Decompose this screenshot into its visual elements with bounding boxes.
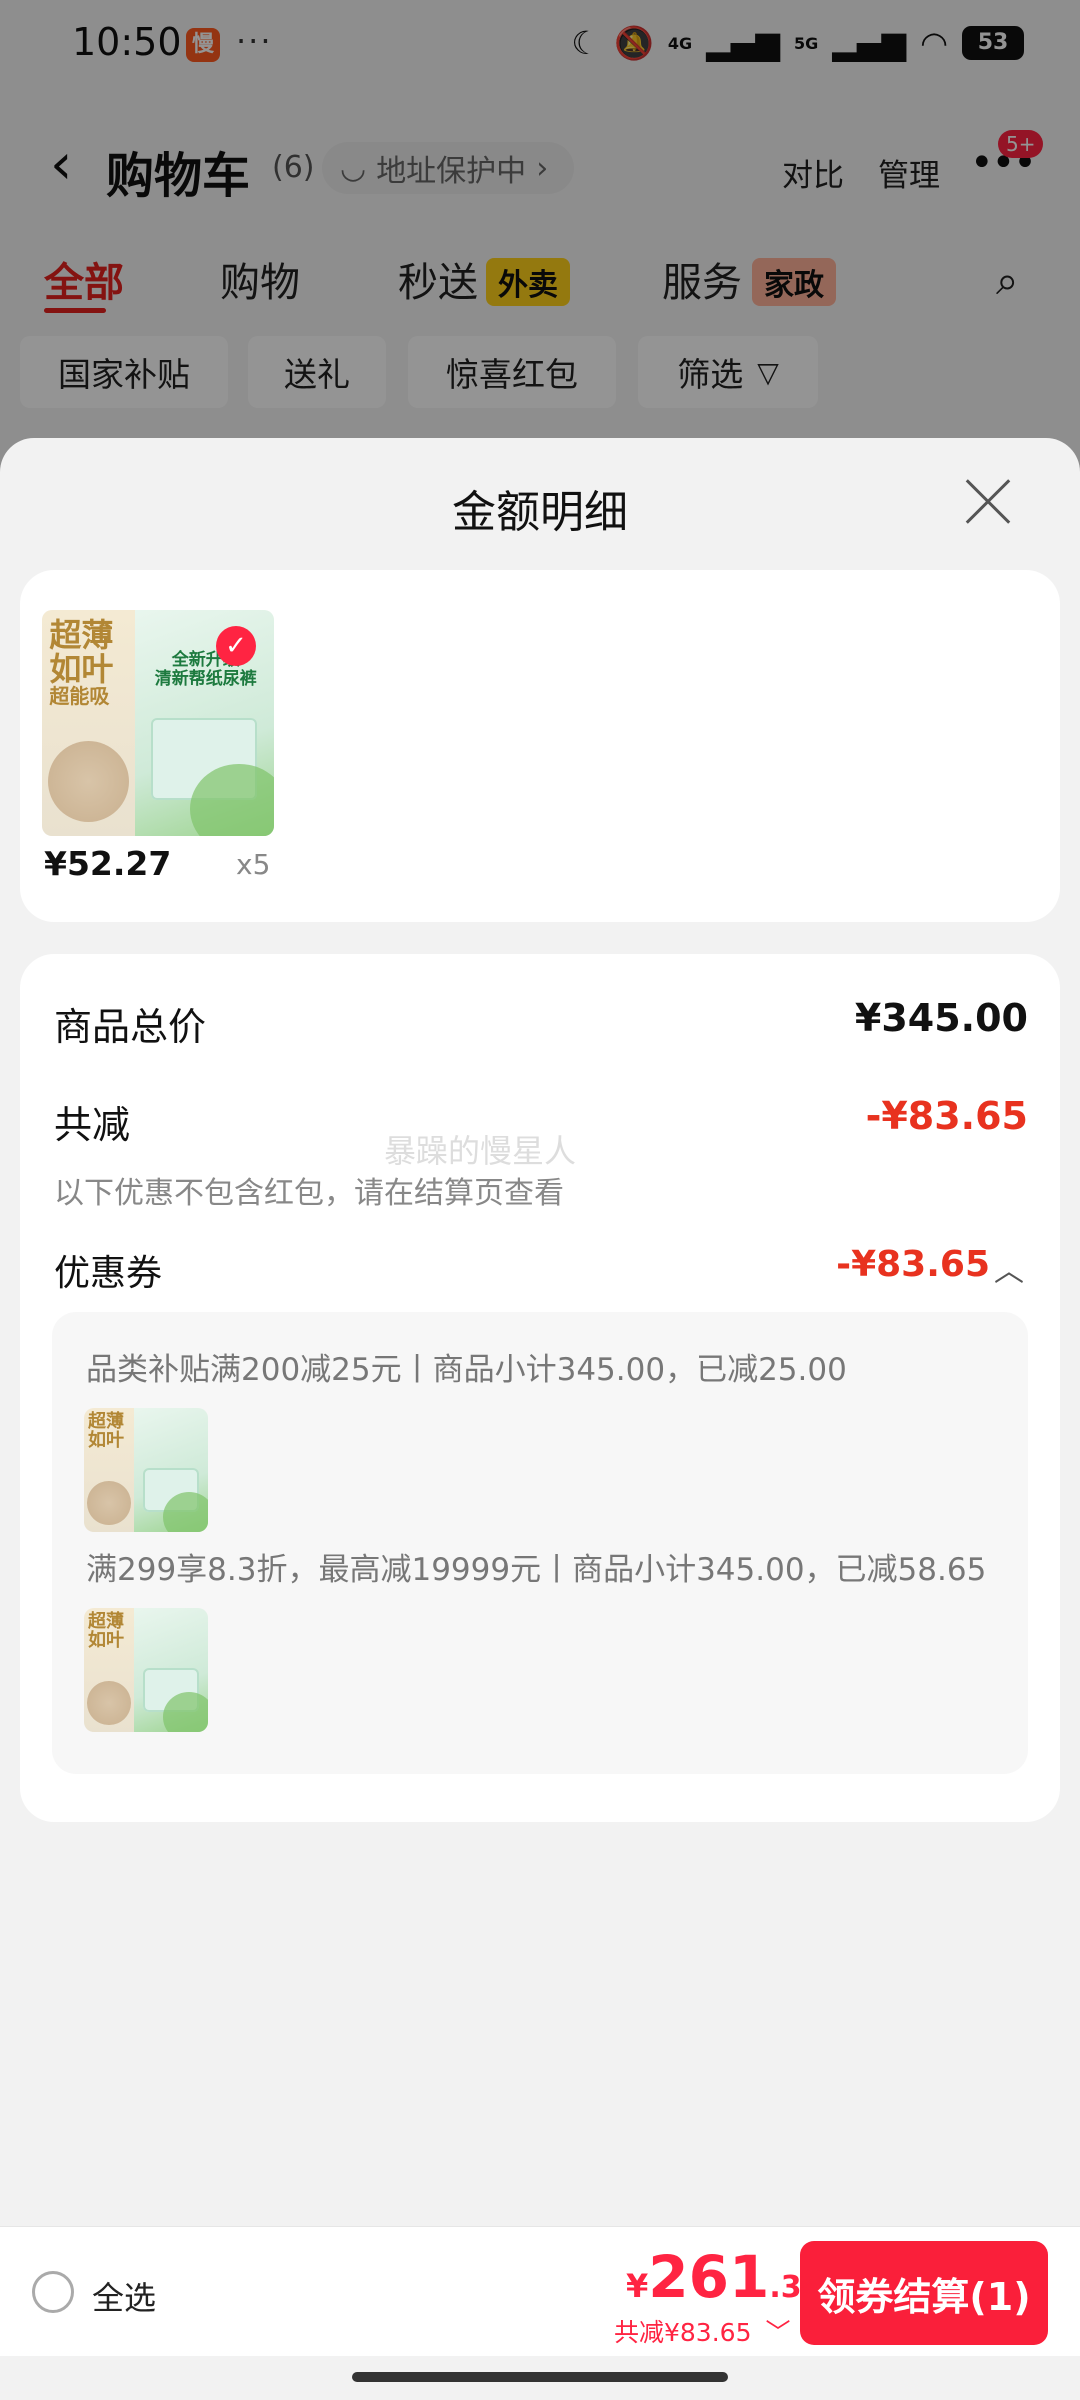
coupon-2-image-text: 超薄 如叶	[87, 1610, 124, 1651]
img-text-2: 如叶	[49, 649, 114, 688]
chevron-up-icon[interactable]: ︿	[994, 1246, 1024, 1290]
c2-img-text-1: 超薄	[87, 1610, 124, 1632]
chevron-down-icon: ﹀	[765, 2318, 791, 2347]
product-image-left-panel: 超薄 如叶 超能吸	[42, 610, 135, 836]
select-all-radio[interactable]	[32, 2271, 74, 2313]
checkout-button[interactable]: 领券结算(1)	[800, 2241, 1048, 2345]
coupon-value[interactable]: -¥83.65	[836, 1244, 990, 1285]
price-breakdown-card: 商品总价 ¥345.00 共减 -¥83.65 暴躁的慢星人 以下优惠不包含红包…	[20, 954, 1060, 1822]
total-discount-value: -¥83.65	[865, 1094, 1028, 1138]
coupon-1-image-circle	[86, 1480, 131, 1525]
select-all-label[interactable]: 全选	[92, 2273, 156, 2319]
img-text-3: 超能吸	[49, 684, 110, 709]
discount-note: 以下优惠不包含红包，请在结算页查看	[54, 1176, 564, 1211]
c1-img-text-2: 如叶	[87, 1429, 124, 1451]
coupon-2-image-left: 超薄 如叶	[84, 1608, 134, 1732]
total-price-integer: 261	[648, 2243, 770, 2311]
total-price: ¥261.35	[626, 2243, 823, 2311]
goods-total-value: ¥345.00	[854, 996, 1028, 1040]
product-quantity: x5	[236, 848, 271, 881]
currency-symbol: ¥	[626, 2267, 649, 2305]
product-card: 超薄 如叶 超能吸 全新升级 清新帮纸尿裤 ✓ ¥52.27 x5	[20, 570, 1060, 922]
c1-img-text-1: 超薄	[87, 1410, 124, 1432]
amount-detail-sheet: 金额明细 超薄 如叶 超能吸 全新升级 清新帮纸尿裤 ✓ ¥52.27 x5 商…	[0, 438, 1080, 2400]
total-discount-text: 共减¥83.65	[614, 2318, 752, 2347]
coupon-2-image-circle	[86, 1680, 131, 1725]
img-text-5: 清新帮纸尿裤	[154, 669, 257, 690]
coupon-label: 优惠券	[54, 1253, 163, 1294]
coupon-1-image-text: 超薄 如叶	[87, 1410, 124, 1451]
coupon-detail-box: 品类补贴满200减25元丨商品小计345.00，已减25.00 超薄 如叶 满2…	[52, 1312, 1028, 1774]
checkout-bar: 全选 ¥261.35 共减¥83.65 ﹀ 领券结算(1)	[0, 2226, 1080, 2356]
watermark: 暴躁的慢星人	[384, 1132, 577, 1170]
coupon-2-image-right	[133, 1608, 208, 1732]
coupon-2-product-image: 超薄 如叶	[84, 1608, 208, 1732]
coupon-2-leaf	[163, 1692, 208, 1732]
home-indicator[interactable]	[352, 2372, 728, 2382]
goods-total-label: 商品总价	[54, 1005, 207, 1049]
coupon-line-1: 品类补贴满200减25元丨商品小计345.00，已减25.00	[86, 1352, 847, 1388]
coupon-1-product-image: 超薄 如叶	[84, 1408, 208, 1532]
product-unit-price: ¥52.27	[44, 844, 172, 883]
total-discount-summary[interactable]: 共减¥83.65 ﹀	[614, 2313, 790, 2349]
coupon-1-leaf	[163, 1492, 208, 1532]
total-discount-label: 共减	[54, 1103, 131, 1147]
product-image-circle	[47, 740, 130, 823]
coupon-1-image-left: 超薄 如叶	[84, 1408, 134, 1532]
selected-check-icon: ✓	[216, 626, 256, 666]
product-image-text-left: 超薄 如叶 超能吸	[49, 616, 114, 709]
close-icon[interactable]	[962, 476, 1014, 528]
coupon-line-2: 满299享8.3折，最高减19999元丨商品小计345.00，已减58.65	[86, 1552, 987, 1588]
img-text-1: 超薄	[49, 616, 114, 655]
c2-img-text-2: 如叶	[87, 1629, 124, 1651]
sheet-title: 金额明细	[452, 487, 628, 538]
coupon-1-image-right	[133, 1408, 208, 1532]
